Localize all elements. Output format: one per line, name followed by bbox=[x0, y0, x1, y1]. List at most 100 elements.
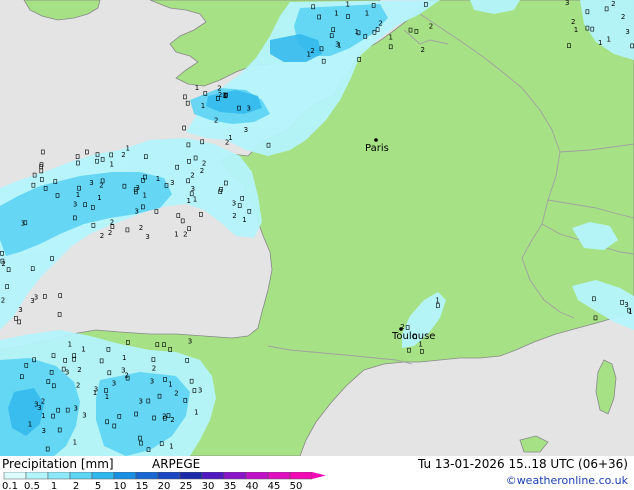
marker-digit: 1 bbox=[110, 161, 114, 169]
marker-digit: 2 bbox=[225, 138, 229, 146]
marker-digit: 3 bbox=[30, 297, 34, 305]
marker-digit: 3 bbox=[135, 207, 139, 215]
marker-digit: 1 bbox=[201, 102, 205, 110]
marker-digit: 3 bbox=[65, 368, 69, 376]
marker-digit: 3 bbox=[565, 0, 569, 7]
marker-digit: 2 bbox=[429, 23, 433, 31]
marker-digit: 1 bbox=[126, 144, 130, 152]
marker-digit: 2 bbox=[571, 18, 575, 26]
marker-digit: 2 bbox=[378, 19, 382, 27]
marker-digit: 2 bbox=[139, 224, 143, 232]
marker-digit: 1 bbox=[187, 197, 191, 205]
marker-digit: 1 bbox=[105, 393, 109, 401]
marker-digit: 1 bbox=[76, 191, 80, 199]
model-name: ARPEGE bbox=[152, 457, 201, 471]
legend-swatch bbox=[135, 472, 159, 480]
marker-digit: 2 bbox=[100, 232, 104, 240]
marker-digit: 2 bbox=[124, 371, 128, 379]
marker-digit: 2 bbox=[214, 116, 218, 124]
marker-digit: 1 bbox=[242, 216, 246, 224]
marker-digit: 2 bbox=[190, 172, 194, 180]
marker-digit: 3 bbox=[18, 306, 22, 314]
marker-digit: 3 bbox=[150, 378, 154, 386]
marker-digit: 3 bbox=[136, 184, 140, 192]
legend-label: 2 bbox=[73, 481, 79, 490]
marker-digit: 2 bbox=[232, 212, 236, 220]
marker-digit: 2 bbox=[76, 381, 80, 389]
marker-digit: 1 bbox=[28, 421, 32, 429]
marker-digit: 2 bbox=[421, 46, 425, 54]
legend-swatch bbox=[3, 472, 27, 480]
marker-digit: 3 bbox=[139, 397, 143, 405]
legend-label: 15 bbox=[136, 481, 149, 490]
marker-digit: 3 bbox=[74, 405, 78, 413]
legend-arrow bbox=[312, 472, 326, 479]
marker-digit: 1 bbox=[193, 195, 197, 203]
legend-swatch bbox=[245, 472, 269, 480]
marker-digit: 1 bbox=[307, 51, 311, 59]
marker-digit: 1 bbox=[122, 354, 126, 362]
map-title: Precipitation [mm] bbox=[2, 457, 114, 471]
marker-digit: 3 bbox=[625, 28, 629, 36]
legend-label: 30 bbox=[202, 481, 215, 490]
footer: Precipitation [mm] ARPEGE Tu 13-01-2026 … bbox=[0, 456, 634, 490]
marker-digit: 1 bbox=[389, 34, 393, 42]
marker-digit: 1 bbox=[365, 10, 369, 18]
legend-swatch bbox=[47, 472, 71, 480]
marker-digit: 2 bbox=[1, 296, 5, 304]
marker-digit: 2 bbox=[200, 167, 204, 175]
marker-digit: 2 bbox=[108, 229, 112, 237]
marker-digit: 3 bbox=[82, 411, 86, 419]
legend-swatch bbox=[223, 472, 247, 480]
marker-digit: 3 bbox=[94, 386, 98, 394]
marker-digit: 1 bbox=[435, 296, 439, 304]
legend-label: 0.1 bbox=[2, 481, 18, 490]
marker-digit: 2 bbox=[183, 231, 187, 239]
marker-digit: 3 bbox=[89, 179, 93, 187]
marker-digit: 3 bbox=[198, 387, 202, 395]
marker-digit: 1 bbox=[168, 380, 172, 388]
marker-digit: 2 bbox=[41, 398, 45, 406]
marker-digit: 3 bbox=[335, 41, 339, 49]
marker-digit: 1 bbox=[574, 26, 578, 34]
credit-link[interactable]: ©weatheronline.co.uk bbox=[506, 474, 628, 487]
legend-label: 35 bbox=[224, 481, 237, 490]
marker-digit: 1 bbox=[41, 412, 45, 420]
marker-digit: 3 bbox=[247, 104, 251, 112]
legend-swatch bbox=[267, 472, 291, 480]
legend-swatch bbox=[25, 472, 49, 480]
marker-digit: 1 bbox=[346, 1, 350, 9]
marker-digit: 1 bbox=[607, 36, 611, 44]
marker-digit: 3 bbox=[188, 338, 192, 346]
legend-label: 45 bbox=[268, 481, 281, 490]
legend-label: 10 bbox=[114, 481, 127, 490]
legend-swatch bbox=[179, 472, 203, 480]
legend-swatch bbox=[289, 472, 313, 480]
marker-digit: 3 bbox=[42, 427, 46, 435]
legend-swatch bbox=[157, 472, 181, 480]
legend-label: 25 bbox=[180, 481, 193, 490]
marker-digit: 1 bbox=[68, 340, 72, 348]
marker-digit: 2 bbox=[611, 0, 615, 8]
marker-digit: 1 bbox=[334, 10, 338, 18]
marker-digit: 1 bbox=[195, 84, 199, 92]
marker-digit: 1 bbox=[174, 231, 178, 239]
marker-digit: 1 bbox=[156, 175, 160, 183]
marker-digit: 1 bbox=[97, 194, 101, 202]
city-dot bbox=[374, 138, 378, 142]
marker-digit: 3 bbox=[145, 233, 149, 241]
marker-digit: 3 bbox=[232, 200, 236, 208]
legend-label: 40 bbox=[246, 481, 259, 490]
marker-digit: 2 bbox=[621, 13, 625, 21]
legend-label: 1 bbox=[51, 481, 57, 490]
valid-time: Tu 13-01-2026 15..18 UTC (06+36) bbox=[417, 457, 628, 471]
marker-digit: 3 bbox=[112, 380, 116, 388]
marker-digit: 1 bbox=[143, 192, 147, 200]
marker-digit: 3 bbox=[170, 179, 174, 187]
marker-digit: 2 bbox=[110, 218, 114, 226]
precipitation-map: 21111121132233111 2322233233122 3321 321222… bbox=[0, 0, 634, 456]
legend-label: 20 bbox=[158, 481, 171, 490]
marker-digit: 2 bbox=[170, 416, 174, 424]
city-label: Toulouse bbox=[392, 331, 436, 342]
city-label: Paris bbox=[365, 143, 389, 154]
